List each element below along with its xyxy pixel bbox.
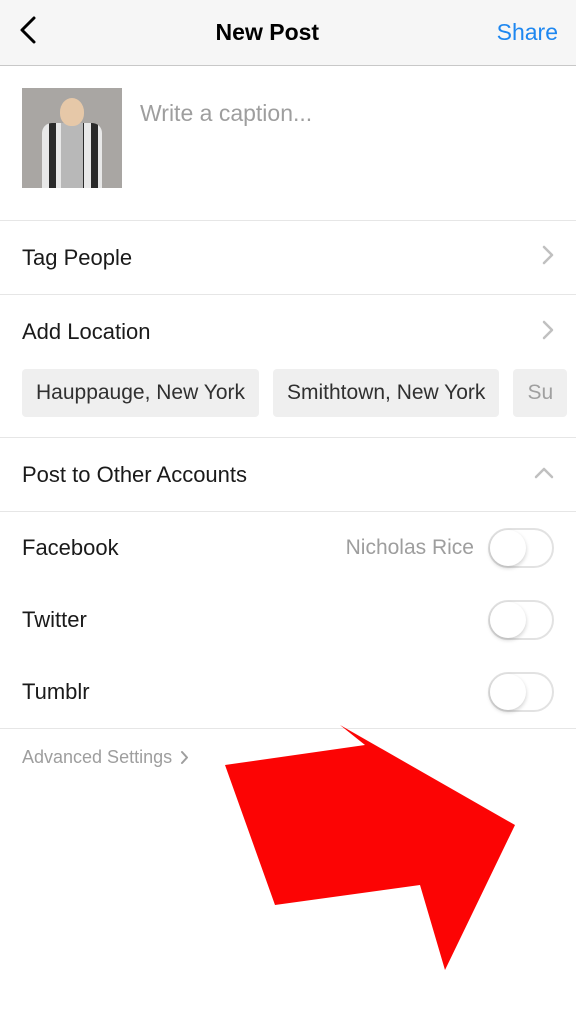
chevron-right-icon: [180, 750, 189, 765]
caption-input[interactable]: Write a caption...: [140, 88, 312, 198]
tag-people-row[interactable]: Tag People: [0, 221, 576, 295]
location-chip[interactable]: Su: [513, 369, 567, 417]
accounts-section: Facebook Nicholas Rice Twitter Tumblr: [0, 512, 576, 729]
post-other-accounts-row[interactable]: Post to Other Accounts: [0, 438, 576, 512]
location-chip[interactable]: Smithtown, New York: [273, 369, 499, 417]
tumblr-label: Tumblr: [22, 679, 90, 705]
chevron-right-icon: [542, 245, 554, 270]
location-chip[interactable]: Hauppauge, New York: [22, 369, 259, 417]
add-location-row[interactable]: Add Location: [0, 295, 576, 369]
post-thumbnail[interactable]: [22, 88, 122, 188]
header: New Post Share: [0, 0, 576, 66]
facebook-toggle[interactable]: [488, 528, 554, 568]
location-suggestions: Hauppauge, New York Smithtown, New York …: [0, 369, 576, 438]
back-button[interactable]: [18, 15, 38, 50]
tumblr-toggle[interactable]: [488, 672, 554, 712]
twitter-row: Twitter: [0, 584, 576, 656]
share-button[interactable]: Share: [497, 19, 558, 46]
twitter-toggle[interactable]: [488, 600, 554, 640]
facebook-label: Facebook: [22, 535, 119, 561]
advanced-settings-label: Advanced Settings: [22, 747, 172, 768]
page-title: New Post: [216, 19, 320, 46]
post-other-accounts-label: Post to Other Accounts: [22, 462, 247, 488]
chevron-right-icon: [542, 320, 554, 345]
facebook-username: Nicholas Rice: [346, 536, 474, 560]
tumblr-row: Tumblr: [0, 656, 576, 728]
chevron-left-icon: [18, 15, 38, 45]
add-location-label: Add Location: [22, 319, 150, 345]
tag-people-label: Tag People: [22, 245, 132, 271]
chevron-up-icon: [534, 466, 554, 484]
annotation-arrow-icon: [225, 725, 515, 970]
facebook-row: Facebook Nicholas Rice: [0, 512, 576, 584]
twitter-label: Twitter: [22, 607, 87, 633]
caption-area: Write a caption...: [0, 66, 576, 221]
